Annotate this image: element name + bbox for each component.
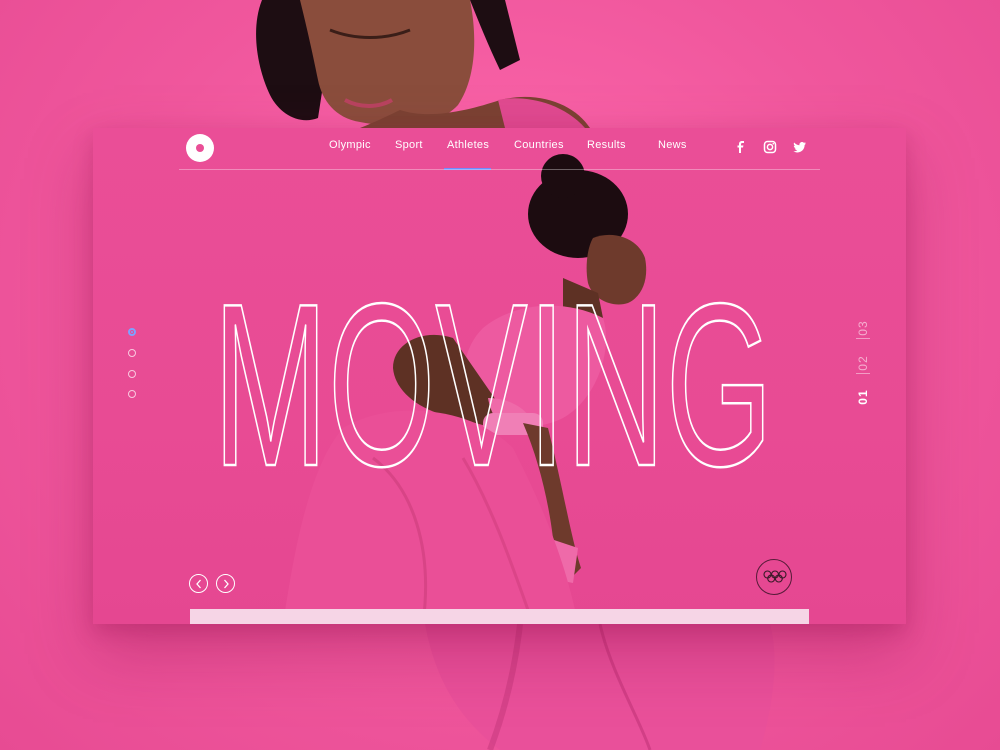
facebook-icon[interactable] [734, 140, 748, 154]
olympic-rings-icon [763, 570, 787, 583]
slide-dot-1[interactable] [128, 328, 136, 336]
olympic-rings-button[interactable] [756, 559, 792, 595]
header-divider [179, 169, 820, 170]
slide-dot-4[interactable] [128, 390, 136, 398]
slide-dot-3[interactable] [128, 370, 136, 378]
athlete-photo [283, 154, 647, 624]
counter-divider [856, 338, 870, 339]
nav-item-athletes[interactable]: Athletes [447, 139, 489, 151]
hero-card: Olympic Sport Athletes Countries Results… [93, 128, 906, 624]
nav-item-sport[interactable]: Sport [395, 139, 423, 151]
chevron-left-icon [196, 579, 201, 589]
slide-counter: 03 02 01 [850, 316, 876, 410]
nav-item-countries[interactable]: Countries [514, 139, 564, 151]
counter-divider [856, 373, 870, 374]
counter-01[interactable]: 01 [856, 384, 870, 410]
prev-button[interactable] [189, 574, 208, 593]
twitter-icon[interactable] [793, 140, 807, 154]
nav-item-news[interactable]: News [658, 139, 687, 151]
slide-dot-2[interactable] [128, 349, 136, 357]
next-button[interactable] [216, 574, 235, 593]
nav-item-results[interactable]: Results [587, 139, 626, 151]
main-nav: Olympic Sport Athletes Countries Results… [93, 128, 906, 170]
instagram-icon[interactable] [763, 140, 777, 154]
bottom-panel-bar [190, 609, 809, 624]
chevron-right-icon [224, 579, 229, 589]
nav-item-olympic[interactable]: Olympic [329, 139, 371, 151]
